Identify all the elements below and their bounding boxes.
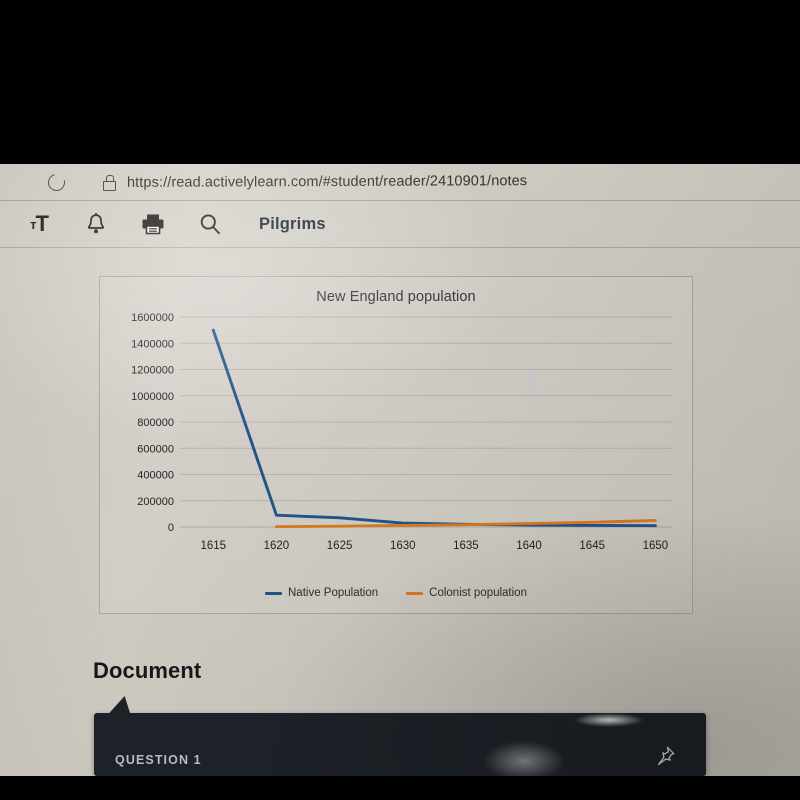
- x-axis-tick-label: 1630: [390, 540, 416, 552]
- reload-icon[interactable]: [44, 170, 69, 194]
- legend-swatch-native: [265, 591, 282, 595]
- y-axis-tick-label: 800000: [137, 417, 174, 429]
- y-axis-tick-label: 400000: [137, 470, 174, 482]
- legend-item-native[interactable]: Native Population: [265, 587, 378, 599]
- question-panel[interactable]: QUESTION 1: [94, 696, 706, 776]
- text-size-large-glyph: T: [35, 211, 48, 236]
- bell-icon[interactable]: [81, 213, 111, 235]
- page-title: Pilgrims: [259, 214, 326, 233]
- x-axis-tick-label: 1640: [516, 540, 542, 552]
- legend-swatch-colonist: [406, 591, 424, 595]
- chart-card: New England population 0 200000 400000 6000…: [99, 276, 693, 614]
- photo-black-letterbox: https://read.activelylearn.com/#student/…: [0, 0, 800, 800]
- chart-legend: Native Population Colonist population: [100, 587, 692, 599]
- document-heading: Document: [93, 658, 202, 683]
- y-axis-tick-label: 600000: [137, 443, 174, 455]
- x-axis-tick-label: 1635: [453, 540, 479, 552]
- url-text[interactable]: https://read.activelylearn.com/#student/…: [127, 173, 527, 191]
- panel-glare: [574, 713, 644, 727]
- y-axis-tick-label: 0: [168, 522, 174, 534]
- app-toolbar: тT Pilgrims: [0, 201, 800, 248]
- printer-icon[interactable]: [137, 213, 169, 235]
- text-size-icon[interactable]: тT: [18, 211, 60, 237]
- panel-pointer-tab: [108, 696, 134, 714]
- y-axis-tick-label: 1000000: [131, 391, 174, 403]
- search-icon[interactable]: [195, 213, 225, 235]
- y-axis-tick-label: 200000: [137, 496, 174, 508]
- legend-label-native: Native Population: [288, 587, 379, 599]
- x-axis-tick-label: 1650: [643, 540, 669, 552]
- legend-label-colonist: Colonist population: [429, 587, 527, 599]
- pushpin-icon[interactable]: [654, 745, 676, 772]
- panel-glare-secondary: [484, 741, 564, 776]
- y-axis-tick-label: 1600000: [131, 312, 174, 324]
- x-axis-tick-label: 1620: [264, 540, 290, 552]
- lock-icon: [103, 175, 116, 191]
- laptop-screen: https://read.activelylearn.com/#student/…: [0, 164, 800, 776]
- browser-url-bar[interactable]: https://read.activelylearn.com/#student/…: [0, 164, 800, 201]
- question-label: QUESTION 1: [115, 753, 202, 767]
- chart-title: New England population: [316, 289, 476, 305]
- chart-svg: 0 200000 400000 600000 800000 1000000 1200000 1…: [131, 312, 672, 552]
- x-axis-tick-label: 1615: [200, 540, 226, 552]
- y-axis-tick-label: 1200000: [131, 365, 174, 377]
- x-axis-tick-label: 1625: [327, 540, 353, 552]
- x-axis-tick-label: 1645: [579, 540, 605, 552]
- y-axis-tick-label: 1400000: [131, 338, 174, 350]
- legend-item-colonist[interactable]: Colonist population: [406, 587, 527, 599]
- chart-plot-area: 0 200000 400000 600000 800000 1000000 1200000 1…: [100, 307, 694, 575]
- chart-series-line-native: [211, 328, 657, 528]
- lock-body: [103, 180, 116, 191]
